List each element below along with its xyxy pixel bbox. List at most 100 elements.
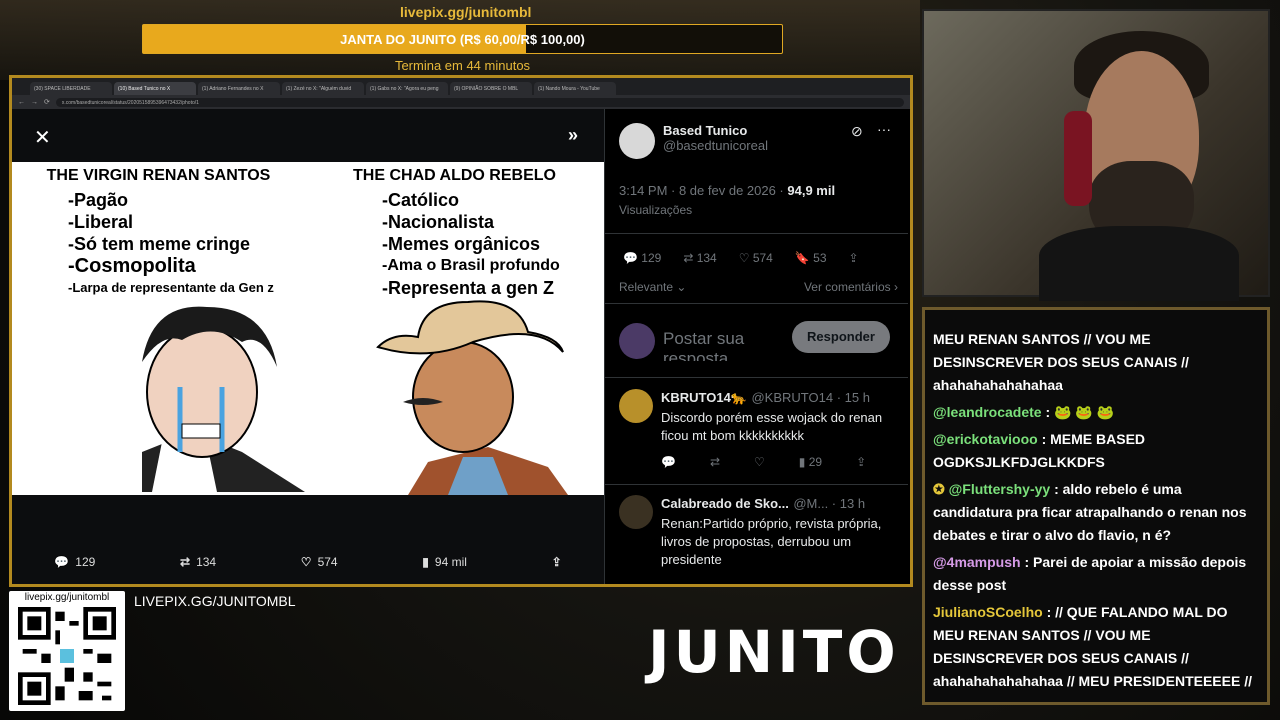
qr-card: livepix.gg/junitombl	[9, 591, 125, 711]
chat-message: MEU RENAN SANTOS // VOU ME DESINSCREVER …	[933, 328, 1259, 397]
reload-icon[interactable]: ⟳	[44, 98, 50, 106]
back-icon[interactable]: ←	[18, 99, 25, 106]
reply-icon[interactable]: 💬	[661, 455, 676, 469]
expand-icon[interactable]: »	[568, 125, 578, 146]
reply-avatar[interactable]	[619, 389, 653, 423]
views-action[interactable]: ▮ 29	[799, 455, 822, 469]
repost-icon[interactable]: ⇄	[710, 455, 720, 469]
qr-code	[18, 607, 116, 705]
sort-dropdown[interactable]: Relevante ⌄	[619, 280, 686, 294]
share-icon[interactable]: ⇪	[849, 251, 859, 265]
qr-url: livepix.gg/junitombl	[24, 592, 110, 603]
browser-tab[interactable]: (1) Nando Moura - YouTube	[534, 82, 616, 95]
heart-icon[interactable]: ♡	[754, 455, 765, 469]
reply-action[interactable]: 💬 129	[623, 251, 661, 265]
reply-author[interactable]: Calabreado de Sko...	[661, 496, 789, 511]
reply-input[interactable]: Postar sua resposta	[663, 329, 783, 361]
reply-text: Renan:Partido próprio, revista própria, …	[661, 516, 882, 567]
views-number: 94,9 mil	[787, 183, 836, 198]
tweet-action-row: 💬 129 ⇄ 134 ♡ 574 🔖 53 ⇪	[623, 251, 859, 265]
views-label: Visualizações	[619, 203, 693, 217]
chat-username: @4mampush	[933, 554, 1021, 570]
reply-avatar[interactable]	[619, 495, 653, 529]
grok-icon[interactable]: ⊘	[851, 123, 863, 140]
views-action[interactable]: ▮ 94 mil	[422, 555, 467, 569]
sort-label: Relevante	[619, 280, 674, 294]
divider	[605, 377, 908, 378]
browser-tab[interactable]: (30) SPACE LIBERDADE	[30, 82, 112, 95]
reply-handle: @M... · 13 h	[793, 496, 866, 511]
wojak-illustration	[142, 306, 305, 492]
address-bar[interactable]: x.com/basedtunicoreal/status/20205158953…	[55, 97, 904, 107]
see-comments-label: Ver comentários	[803, 280, 891, 294]
chevron-down-icon: ⌄	[676, 280, 687, 294]
goal-label: JANTA DO JUNITO (R$ 60,00/R$ 100,00)	[340, 32, 585, 47]
goal-time-left: Termina em 44 minutos	[394, 58, 531, 73]
like-action[interactable]: ♡ 574	[739, 251, 773, 265]
author-name[interactable]: Based Tunico	[663, 123, 768, 138]
chat-username: JiulianoSCoelho	[933, 604, 1043, 620]
repost-action[interactable]: ⇄ 134	[180, 555, 216, 569]
reply-handle: @KBRUTO14 · 15 h	[751, 390, 870, 405]
reply-action[interactable]: 💬 129	[54, 555, 95, 569]
like-action[interactable]: ♡ 574	[301, 555, 338, 569]
chat-username: @Fluttershy-yy	[948, 481, 1051, 497]
tweet-timestamp: 3:14 PM · 8 de fev de 2026 · 94,9 mil	[619, 183, 835, 198]
headphone	[1064, 111, 1092, 206]
browser-tab[interactable]: (9) OPINIÃO SOBRE O MBL	[450, 82, 532, 95]
tab-bar: (30) SPACE LIBERDADE (10) Based Tunico n…	[12, 78, 910, 95]
share-icon: ⇪	[551, 555, 562, 569]
like-count: 574	[752, 251, 773, 265]
like-count: 574	[317, 555, 338, 569]
livepix-link-text: LIVEPIX.GG/JUNITOMBL	[134, 593, 296, 609]
reply-author[interactable]: KBRUTO14🐆	[661, 390, 747, 405]
browser-tab[interactable]: (1) Gabs no X: "Agora eu peng	[366, 82, 448, 95]
webcam-feed	[922, 9, 1270, 301]
chat-text: : 🐸 🐸 🐸	[1041, 404, 1115, 420]
reply-icon: 💬	[54, 555, 70, 569]
see-comments-link[interactable]: Ver comentários ›	[804, 280, 898, 294]
close-icon[interactable]: ✕	[34, 125, 51, 150]
chat-username: @leandrocadete	[933, 404, 1042, 420]
chat-message: JiulianoSCoelho : // QUE FALANDO MAL DO …	[933, 601, 1259, 693]
chat-message: @leandrocadete : 🐸 🐸 🐸	[933, 401, 1259, 424]
goal-progress-bar: JANTA DO JUNITO (R$ 60,00/R$ 100,00)	[142, 24, 783, 54]
forward-icon[interactable]: →	[31, 99, 38, 106]
views-count: 94 mil	[434, 555, 467, 569]
channel-logo: JUNITO	[648, 618, 900, 686]
bookmark-action[interactable]: 🔖 53	[795, 251, 827, 265]
chat-text: MEU RENAN SANTOS // VOU ME DESINSCREVER …	[933, 331, 1189, 393]
browser-tab[interactable]: (1) Adriano Fernandes no X	[198, 82, 280, 95]
author-avatar[interactable]	[619, 123, 655, 159]
chad-illustration	[376, 300, 568, 495]
bookmark-count: 53	[813, 251, 827, 265]
my-avatar	[619, 323, 655, 359]
goal-url: livepix.gg/junitombl	[400, 4, 532, 20]
browser-tab-active[interactable]: (10) Based Tunico no X	[114, 82, 196, 95]
more-icon[interactable]: ···	[877, 121, 891, 137]
chat-message: @4mampush : Parei de apoiar a missão dep…	[933, 551, 1259, 597]
browser-tab[interactable]: (1) Zezé no X: "Alguém duvid	[282, 82, 364, 95]
chat-message: ✪ @Fluttershy-yy : aldo rebelo é uma can…	[933, 478, 1259, 547]
share-action[interactable]: ⇪	[552, 555, 562, 569]
divider	[605, 233, 908, 234]
heart-icon: ♡	[300, 555, 312, 569]
views-count: 29	[808, 455, 823, 469]
share-icon[interactable]: ⇪	[856, 455, 866, 469]
meme-panel-left: THE VIRGIN RENAN SANTOS -Pagão -Liberal …	[12, 162, 305, 495]
timestamp-text: 3:14 PM · 8 de fev de 2026 ·	[619, 183, 788, 198]
repost-action[interactable]: ⇄ 134	[683, 251, 716, 265]
reply-count: 129	[641, 251, 662, 265]
reply-count: 129	[75, 555, 96, 569]
author-handle[interactable]: @basedtunicoreal	[663, 138, 768, 153]
tweet-author[interactable]: Based Tunico @basedtunicoreal	[619, 123, 768, 159]
photo-viewer: ✕ » THE VIRGIN RENAN SANTOS -Pagão -Libe…	[12, 109, 604, 584]
streamer-body	[1039, 226, 1239, 301]
photo-action-bar: 💬 129 ⇄ 134 ♡ 574 ▮ 94 mil ⇪	[12, 555, 604, 569]
chat-overlay: MEU RENAN SANTOS // VOU ME DESINSCREVER …	[922, 307, 1270, 705]
repost-count: 134	[196, 555, 217, 569]
badge-icon: ✪	[933, 481, 949, 497]
reply-button[interactable]: Responder	[792, 321, 890, 353]
reply-text: Discordo porém esse wojack do renan fico…	[661, 410, 883, 443]
browser-window: (30) SPACE LIBERDADE (10) Based Tunico n…	[9, 75, 913, 587]
